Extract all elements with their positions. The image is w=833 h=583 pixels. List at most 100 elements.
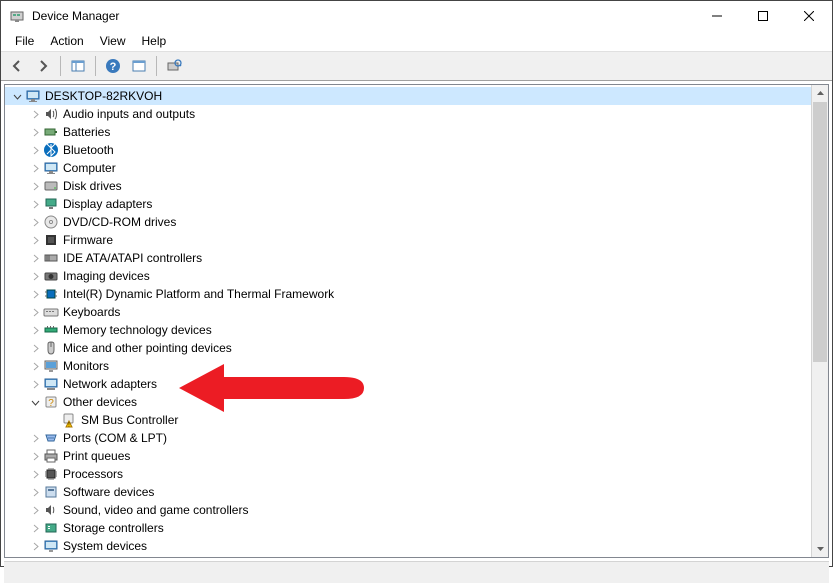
chevron-down-icon[interactable]	[9, 88, 25, 104]
chevron-right-icon[interactable]	[27, 304, 43, 320]
tree-category[interactable]: Imaging devices	[5, 267, 828, 285]
chevron-right-icon[interactable]	[27, 538, 43, 554]
show-hide-tree-button[interactable]	[66, 54, 90, 78]
tree-device-label: SM Bus Controller	[81, 413, 178, 427]
keyboard-icon	[43, 304, 59, 320]
chevron-right-icon[interactable]	[27, 196, 43, 212]
statusbar	[4, 561, 829, 583]
computer-icon	[25, 88, 41, 104]
tree-category-label: Sound, video and game controllers	[63, 503, 248, 517]
tree-category[interactable]: DVD/CD-ROM drives	[5, 213, 828, 231]
toolbar-separator	[95, 56, 96, 76]
tree-category[interactable]: Audio inputs and outputs	[5, 105, 828, 123]
tree-category[interactable]: Computer	[5, 159, 828, 177]
chevron-right-icon[interactable]	[27, 142, 43, 158]
scan-hardware-button[interactable]	[162, 54, 186, 78]
tree-category-label: Memory technology devices	[63, 323, 212, 337]
tree-root-label: DESKTOP-82RKVOH	[45, 89, 162, 103]
chevron-down-icon[interactable]	[27, 394, 43, 410]
close-button[interactable]	[786, 1, 832, 31]
help-button[interactable]: ?	[101, 54, 125, 78]
chevron-right-icon[interactable]	[27, 340, 43, 356]
device-tree[interactable]: DESKTOP-82RKVOH Audio inputs and outputs B…	[5, 85, 828, 557]
menu-help[interactable]: Help	[134, 32, 175, 50]
properties-button[interactable]	[127, 54, 151, 78]
tree-category-label: Batteries	[63, 125, 110, 139]
battery-icon	[43, 124, 59, 140]
menubar: File Action View Help	[1, 31, 832, 51]
network-icon	[43, 376, 59, 392]
chevron-right-icon[interactable]	[27, 250, 43, 266]
tree-category-label: Monitors	[63, 359, 109, 373]
vertical-scrollbar[interactable]	[811, 85, 828, 557]
chevron-right-icon[interactable]	[27, 232, 43, 248]
window-controls	[694, 1, 832, 31]
tree-category[interactable]: Batteries	[5, 123, 828, 141]
tree-category[interactable]: ? Other devices	[5, 393, 828, 411]
tree-root[interactable]: DESKTOP-82RKVOH	[5, 87, 828, 105]
scroll-up-button[interactable]	[812, 85, 828, 102]
chevron-right-icon[interactable]	[27, 448, 43, 464]
computer-icon	[43, 160, 59, 176]
tree-category-label: Software devices	[63, 485, 154, 499]
tree-category[interactable]: Firmware	[5, 231, 828, 249]
chevron-right-icon[interactable]	[27, 106, 43, 122]
tree-category[interactable]: Disk drives	[5, 177, 828, 195]
tree-category[interactable]: Software devices	[5, 483, 828, 501]
chevron-right-icon[interactable]	[27, 358, 43, 374]
menu-action[interactable]: Action	[42, 32, 91, 50]
menu-view[interactable]: View	[92, 32, 134, 50]
chevron-right-icon[interactable]	[27, 430, 43, 446]
tree-category[interactable]: Network adapters	[5, 375, 828, 393]
tree-category[interactable]: Intel(R) Dynamic Platform and Thermal Fr…	[5, 285, 828, 303]
tree-category[interactable]: Storage controllers	[5, 519, 828, 537]
forward-button[interactable]	[31, 54, 55, 78]
chevron-right-icon[interactable]	[27, 520, 43, 536]
tree-category[interactable]: IDE ATA/ATAPI controllers	[5, 249, 828, 267]
tree-category[interactable]: Display adapters	[5, 195, 828, 213]
system-icon	[43, 538, 59, 554]
dvd-icon	[43, 214, 59, 230]
tree-category[interactable]: Ports (COM & LPT)	[5, 429, 828, 447]
tree-category-label: Firmware	[63, 233, 113, 247]
chevron-right-icon[interactable]	[27, 178, 43, 194]
tree-category[interactable]: Processors	[5, 465, 828, 483]
menu-file[interactable]: File	[7, 32, 42, 50]
chevron-right-icon[interactable]	[27, 484, 43, 500]
chevron-right-icon[interactable]	[27, 160, 43, 176]
chevron-right-icon[interactable]	[27, 214, 43, 230]
storage-icon	[43, 520, 59, 536]
back-button[interactable]	[5, 54, 29, 78]
tree-category-label: Other devices	[63, 395, 137, 409]
monitor-icon	[43, 358, 59, 374]
chevron-right-icon[interactable]	[27, 502, 43, 518]
tree-category-label: Imaging devices	[63, 269, 150, 283]
chevron-right-icon[interactable]	[27, 322, 43, 338]
chevron-right-icon[interactable]	[27, 466, 43, 482]
software-icon	[43, 484, 59, 500]
tree-category-label: DVD/CD-ROM drives	[63, 215, 176, 229]
toolbar: ?	[1, 51, 832, 81]
tree-category[interactable]: System devices	[5, 537, 828, 555]
window-title: Device Manager	[32, 9, 694, 23]
minimize-button[interactable]	[694, 1, 740, 31]
tree-category[interactable]: Print queues	[5, 447, 828, 465]
scroll-thumb[interactable]	[813, 102, 827, 362]
chevron-right-icon[interactable]	[27, 286, 43, 302]
chevron-right-icon[interactable]	[27, 376, 43, 392]
scroll-down-button[interactable]	[812, 540, 828, 557]
tree-category[interactable]: Bluetooth	[5, 141, 828, 159]
svg-text:?: ?	[48, 398, 54, 409]
tree-category-label: Print queues	[63, 449, 130, 463]
tree-category[interactable]: Monitors	[5, 357, 828, 375]
disk-icon	[43, 178, 59, 194]
tree-category[interactable]: Mice and other pointing devices	[5, 339, 828, 357]
maximize-button[interactable]	[740, 1, 786, 31]
tree-category[interactable]: Keyboards	[5, 303, 828, 321]
tree-device[interactable]: !SM Bus Controller	[5, 411, 828, 429]
tree-category-label: Computer	[63, 161, 116, 175]
tree-category[interactable]: Sound, video and game controllers	[5, 501, 828, 519]
chevron-right-icon[interactable]	[27, 124, 43, 140]
chevron-right-icon[interactable]	[27, 268, 43, 284]
tree-category[interactable]: Memory technology devices	[5, 321, 828, 339]
